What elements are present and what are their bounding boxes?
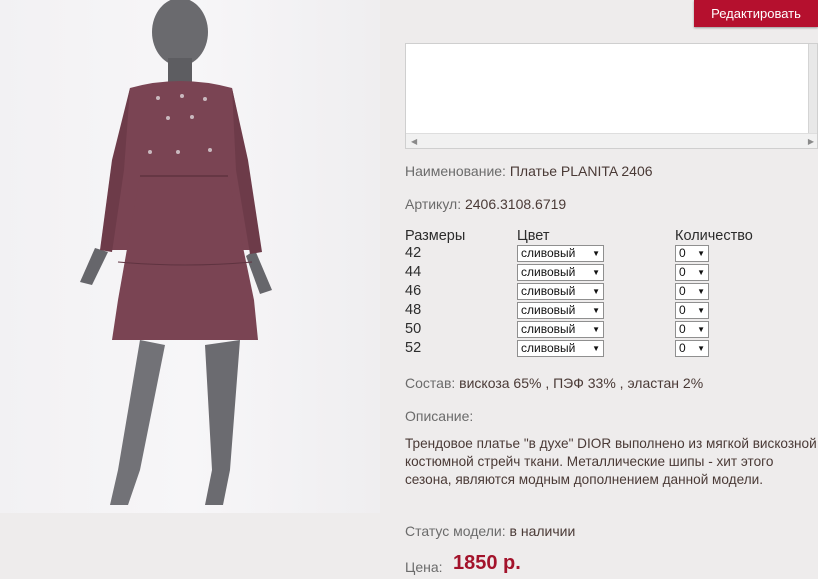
color-header: Цвет (517, 228, 550, 244)
size-label: 52 (405, 340, 422, 356)
chevron-down-icon: ▼ (697, 287, 705, 296)
status-label: Статус модели: (405, 523, 506, 539)
status-value: в наличии (509, 523, 576, 539)
size-label: 42 (405, 245, 422, 261)
product-photo (0, 0, 380, 513)
size-label: 44 (405, 264, 422, 280)
vertical-scrollbar[interactable] (808, 44, 817, 134)
sku-label: Артикул: (405, 196, 462, 212)
color-select[interactable]: сливовый ▼ (517, 321, 604, 338)
chevron-down-icon: ▼ (592, 344, 600, 353)
quantity-select[interactable]: 0 ▼ (675, 321, 709, 338)
chevron-down-icon: ▼ (592, 325, 600, 334)
composition-label: Состав: (405, 375, 456, 391)
description-text: Трендовое платье "в духе" DIOR выполнено… (405, 436, 817, 487)
quantity-select[interactable]: 0 ▼ (675, 264, 709, 281)
chevron-down-icon: ▼ (697, 306, 705, 315)
size-label: 48 (405, 302, 422, 318)
color-select[interactable]: сливовый ▼ (517, 264, 604, 281)
composition-row: Состав: вискоза 65% , ПЭФ 33% , эластан … (405, 375, 703, 391)
product-name-value: Платье PLANITA 2406 (509, 163, 653, 179)
quantity-select[interactable]: 0 ▼ (675, 340, 709, 357)
rich-text-editor[interactable]: ◀ ▶ (405, 43, 818, 149)
chevron-down-icon: ▼ (592, 287, 600, 296)
color-select[interactable]: сливовый ▼ (517, 245, 604, 262)
quantity-select[interactable]: 0 ▼ (675, 302, 709, 319)
color-select[interactable]: сливовый ▼ (517, 302, 604, 319)
size-label: 50 (405, 321, 422, 337)
chevron-down-icon: ▼ (592, 249, 600, 258)
edit-button[interactable]: Редактировать (694, 0, 818, 27)
size-label: 46 (405, 283, 422, 299)
price-value: 1850 р. (453, 552, 521, 574)
chevron-down-icon: ▼ (592, 306, 600, 315)
quantity-header: Количество (675, 228, 753, 244)
chevron-down-icon: ▼ (697, 268, 705, 277)
quantity-select[interactable]: 0 ▼ (675, 245, 709, 262)
status-row: Статус модели: в наличии (405, 523, 575, 539)
product-name-label: Наименование: (405, 163, 506, 179)
scroll-right-icon[interactable]: ▶ (808, 137, 814, 146)
chevron-down-icon: ▼ (697, 325, 705, 334)
scroll-left-icon[interactable]: ◀ (411, 137, 417, 146)
color-select[interactable]: сливовый ▼ (517, 283, 604, 300)
product-name-row: Наименование: Платье PLANITA 2406 (405, 163, 653, 179)
color-select[interactable]: сливовый ▼ (517, 340, 604, 357)
description-label: Описание: (405, 408, 474, 424)
price-label: Цена: (405, 559, 443, 575)
chevron-down-icon: ▼ (697, 344, 705, 353)
composition-value: вискоза 65% , ПЭФ 33% , эластан 2% (459, 375, 704, 391)
horizontal-scrollbar[interactable]: ◀ ▶ (406, 133, 817, 148)
dress-mannequin-image (80, 0, 272, 505)
sku-value: 2406.3108.6719 (464, 196, 567, 212)
sku-row: Артикул: 2406.3108.6719 (405, 196, 566, 212)
sizes-header: Размеры (405, 228, 466, 244)
chevron-down-icon: ▼ (592, 268, 600, 277)
chevron-down-icon: ▼ (697, 249, 705, 258)
quantity-select[interactable]: 0 ▼ (675, 283, 709, 300)
